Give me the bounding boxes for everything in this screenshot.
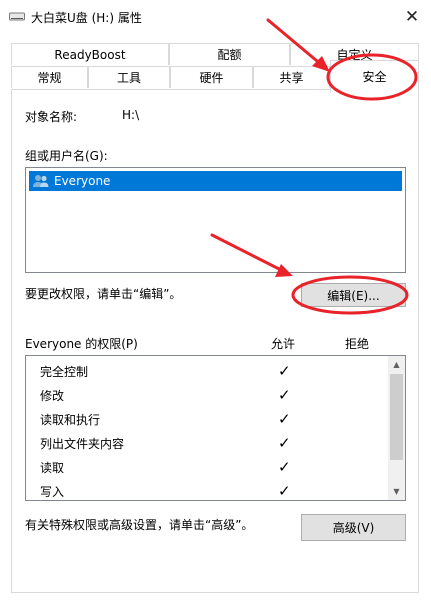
check-icon: ✓ bbox=[278, 458, 291, 476]
check-icon: ✓ bbox=[278, 386, 291, 404]
tab-row-front: 常规 工具 硬件 共享 bbox=[11, 66, 330, 88]
permission-name: 读取和执行 bbox=[40, 413, 101, 427]
permission-name: 完全控制 bbox=[40, 365, 89, 379]
scroll-up-icon[interactable]: ▲ bbox=[388, 356, 405, 373]
window-title: 大白菜U盘 (H:) 属性 bbox=[31, 11, 142, 25]
permission-row: 写入 ✓ bbox=[26, 480, 390, 500]
object-name-label: 对象名称: bbox=[25, 110, 78, 124]
list-item-label: Everyone bbox=[54, 174, 111, 188]
permissions-scrollbar[interactable]: ▲ ▼ bbox=[388, 356, 405, 500]
permission-row: 修改 ✓ bbox=[26, 384, 390, 408]
permission-name: 读取 bbox=[40, 461, 65, 475]
close-icon: ✕ bbox=[404, 7, 420, 27]
check-icon: ✓ bbox=[278, 434, 291, 452]
permission-row: 读取和执行 ✓ bbox=[26, 408, 390, 432]
scroll-down-icon[interactable]: ▼ bbox=[388, 483, 405, 500]
edit-button[interactable]: 编辑(E)... bbox=[301, 283, 406, 307]
permission-name: 列出文件夹内容 bbox=[40, 437, 125, 451]
permission-name: 修改 bbox=[40, 389, 65, 403]
edit-hint: 要更改权限，请单击“编辑”。 bbox=[25, 287, 182, 301]
allow-header: 允许 bbox=[271, 337, 296, 351]
user-listbox[interactable]: Everyone bbox=[25, 167, 406, 273]
advanced-hint: 有关特殊权限或高级设置，请单击“高级”。 bbox=[25, 518, 254, 532]
permissions-list[interactable]: 完全控制 ✓ 修改 ✓ 读取和执行 ✓ 列出文件夹内容 ✓ 读取 ✓ 写入 ✓ … bbox=[25, 355, 406, 501]
tab-hardware[interactable]: 硬件 bbox=[170, 66, 253, 88]
tab-quota[interactable]: 配额 bbox=[169, 43, 290, 65]
list-item[interactable]: Everyone bbox=[29, 171, 402, 191]
deny-header: 拒绝 bbox=[345, 337, 370, 351]
check-icon: ✓ bbox=[278, 482, 291, 500]
permissions-title: Everyone 的权限(P) bbox=[25, 337, 138, 351]
usb-drive-icon bbox=[9, 12, 25, 21]
tab-general[interactable]: 常规 bbox=[11, 66, 88, 88]
title-bar: 大白菜U盘 (H:) 属性 ✕ bbox=[0, 0, 431, 34]
check-icon: ✓ bbox=[278, 362, 291, 380]
permission-row: 列出文件夹内容 ✓ bbox=[26, 432, 390, 456]
close-button[interactable]: ✕ bbox=[393, 0, 431, 34]
scrollbar-thumb[interactable] bbox=[390, 374, 403, 460]
advanced-button[interactable]: 高级(V) bbox=[301, 514, 406, 541]
tab-security[interactable]: 安全 bbox=[330, 60, 419, 93]
group-label: 组或用户名(G): bbox=[25, 149, 108, 163]
tab-sharing[interactable]: 共享 bbox=[253, 66, 330, 88]
users-icon bbox=[33, 175, 49, 187]
tab-readyboost[interactable]: ReadyBoost bbox=[11, 43, 169, 65]
security-panel: 对象名称: H:\ 组或用户名(G): Everyone 要更改权限，请单击“编… bbox=[11, 89, 419, 593]
permission-row: 完全控制 ✓ bbox=[26, 360, 390, 384]
permission-row: 读取 ✓ bbox=[26, 456, 390, 480]
permission-name: 写入 bbox=[40, 485, 65, 499]
check-icon: ✓ bbox=[278, 410, 291, 428]
object-name-value: H:\ bbox=[122, 108, 140, 122]
tab-tools[interactable]: 工具 bbox=[88, 66, 170, 88]
